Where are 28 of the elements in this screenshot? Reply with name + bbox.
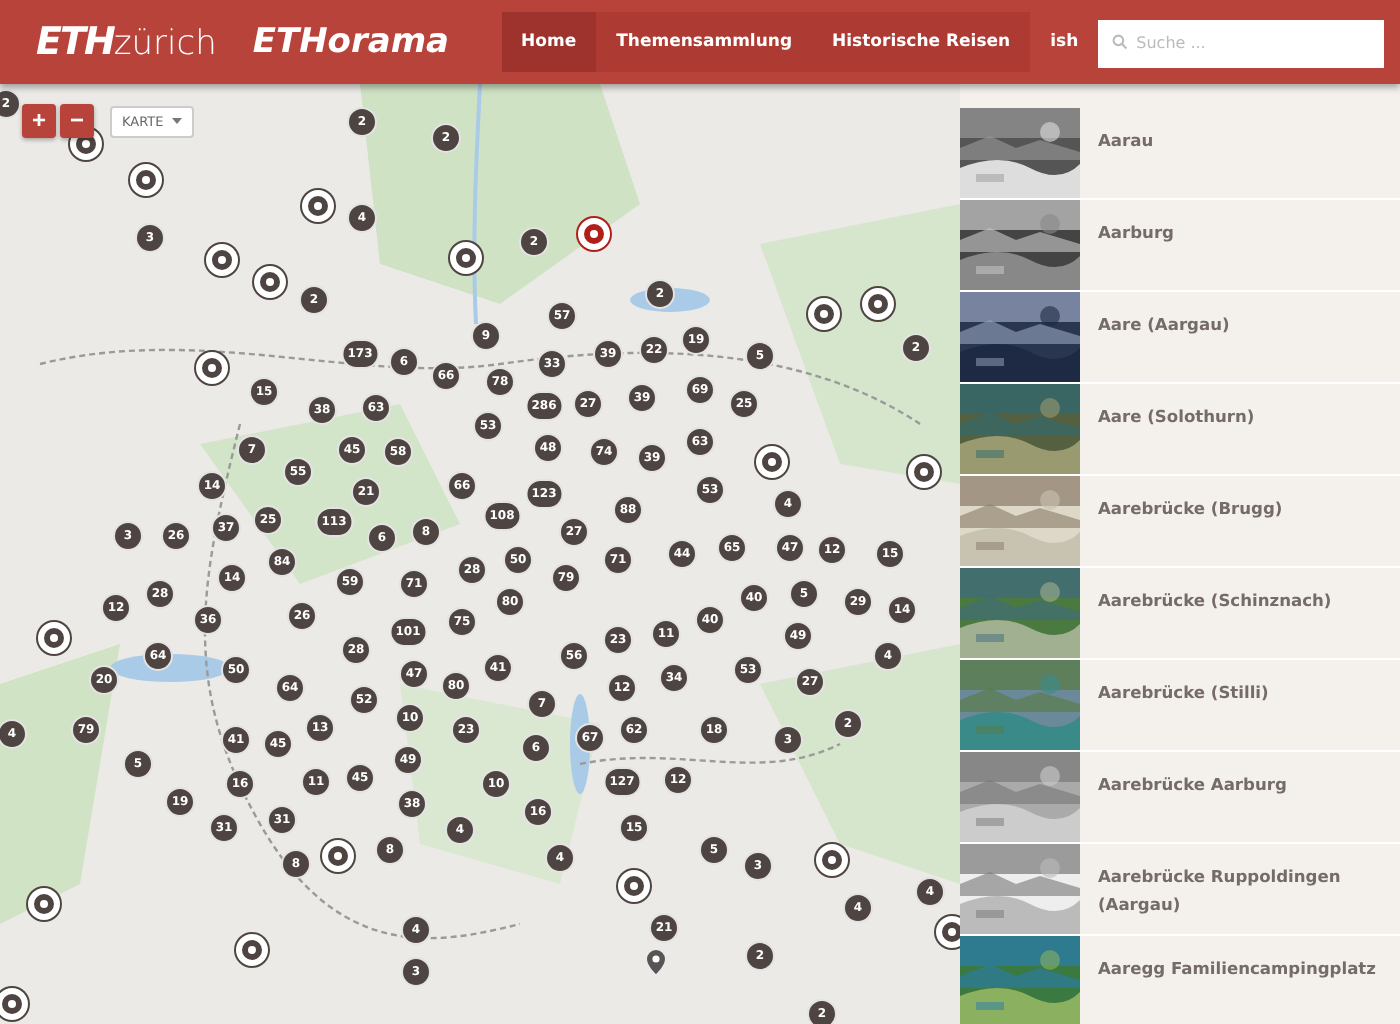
place-title: Aarburg (1096, 220, 1176, 246)
place-list-item[interactable]: Aare (Aargau) (960, 292, 1400, 384)
place-title: Aarebrücke Aarburg (1096, 772, 1289, 798)
search-field[interactable]: Suche ... (1098, 19, 1384, 67)
place-title: Aare (Aargau) (1096, 312, 1232, 338)
search-icon (1112, 34, 1129, 50)
place-list-item[interactable]: Aarau (960, 108, 1400, 200)
place-list-item[interactable]: Aarebrücke (Stilli) (960, 660, 1400, 752)
place-title: Aare (Solothurn) (1096, 404, 1257, 430)
place-list-item[interactable]: Aarebrücke (Schinznach) (960, 568, 1400, 660)
place-list-item[interactable]: Aarebrücke (Brugg) (960, 476, 1400, 568)
place-title: Aarebrücke (Brugg) (1096, 496, 1285, 522)
logo[interactable]: ETHzürich (36, 20, 217, 64)
nav-link[interactable]: ish (1030, 12, 1099, 72)
nav-link[interactable]: Themensammlung (596, 12, 813, 72)
place-list-item[interactable]: Aaregg Familiencampingplatz (960, 936, 1400, 1024)
place-list-item[interactable]: Aarebrücke Aarburg (960, 752, 1400, 844)
place-title: Aarau (1096, 128, 1156, 154)
place-title: Aarebrücke (Stilli) (1096, 680, 1271, 706)
nav-link[interactable]: Historische Reisen (812, 12, 1031, 72)
place-title: Aarebrücke (Schinznach) (1096, 588, 1334, 614)
nav-link[interactable]: Home (501, 12, 597, 72)
place-list-item[interactable]: Aarburg (960, 200, 1400, 292)
place-title: Aarebrücke Ruppoldingen (Aargau) (1096, 864, 1343, 918)
place-list-item[interactable]: Aare (Solothurn) (960, 384, 1400, 476)
place-title: Aaregg Familiencampingplatz (1096, 956, 1378, 982)
place-list-item[interactable]: Aarebrücke Ruppoldingen (Aargau) (960, 844, 1400, 936)
app-name[interactable]: ETHorama (252, 22, 450, 62)
